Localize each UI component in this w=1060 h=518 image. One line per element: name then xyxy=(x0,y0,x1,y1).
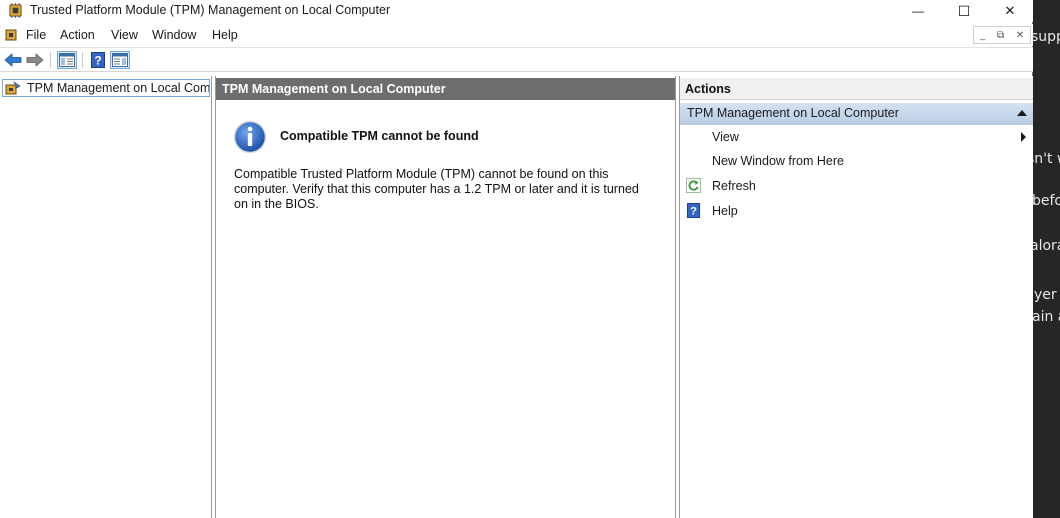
tree-node-tpm-management[interactable]: TPM Management on Local Comp xyxy=(2,79,210,97)
help-icon: ? xyxy=(686,203,701,218)
message-title: Compatible TPM cannot be found xyxy=(280,129,479,143)
show-hide-action-pane-icon xyxy=(112,53,128,67)
results-pane: TPM Management on Local Computer Compati… xyxy=(215,76,676,518)
minimize-button[interactable]: — xyxy=(895,0,941,22)
help-icon: ? xyxy=(91,52,105,68)
maximize-button[interactable]: ☐ xyxy=(941,0,987,22)
minimize-icon: — xyxy=(912,4,924,18)
action-new-window-label: New Window from Here xyxy=(712,154,844,168)
toolbar-separator xyxy=(50,52,51,68)
close-button[interactable]: ✕ xyxy=(987,0,1033,22)
menu-action[interactable]: Action xyxy=(60,28,95,42)
mdi-controls: _ ⧉ ✕ xyxy=(973,26,1031,44)
forward-button[interactable] xyxy=(25,51,45,69)
console-tree: TPM Management on Local Comp xyxy=(0,76,212,518)
actions-header: Actions xyxy=(680,78,1033,100)
svg-text:?: ? xyxy=(94,54,101,68)
back-icon xyxy=(4,53,22,67)
background-text: yer xyxy=(1034,287,1057,303)
background-text: sn't w xyxy=(1033,151,1060,167)
background-text: supp xyxy=(1033,29,1060,45)
action-refresh-label: Refresh xyxy=(712,179,756,193)
title-bar[interactable]: Trusted Platform Module (TPM) Management… xyxy=(0,0,1033,22)
close-icon: ✕ xyxy=(1004,3,1016,18)
submenu-arrow-icon xyxy=(1021,132,1026,142)
results-pane-header: TPM Management on Local Computer xyxy=(216,78,675,100)
info-icon xyxy=(233,120,267,154)
show-hide-console-tree-icon xyxy=(59,53,75,67)
background-app: supp sn't w befo alora yer ain a xyxy=(1033,0,1060,518)
actions-group-tpm-management[interactable]: TPM Management on Local Computer xyxy=(680,103,1033,125)
toolbar: ? xyxy=(0,47,1033,72)
mdi-restore-button[interactable]: ⧉ xyxy=(997,30,1004,41)
mdi-close-button[interactable]: ✕ xyxy=(1016,30,1024,41)
tpm-app-icon xyxy=(9,3,22,18)
collapse-icon[interactable] xyxy=(1017,110,1027,116)
show-hide-console-tree-button[interactable] xyxy=(57,51,77,69)
background-text: befo xyxy=(1033,193,1060,209)
menu-bar: File Action View Window Help xyxy=(0,24,1033,46)
back-button[interactable] xyxy=(3,51,23,69)
action-help[interactable]: ? Help xyxy=(680,200,1033,222)
message-body: Compatible Trusted Platform Module (TPM)… xyxy=(234,167,639,211)
menu-window[interactable]: Window xyxy=(152,28,196,42)
menu-file[interactable]: File xyxy=(26,28,46,42)
action-refresh[interactable]: Refresh xyxy=(680,175,1033,197)
mdi-minimize-button[interactable]: _ xyxy=(980,30,986,41)
background-text: alora xyxy=(1033,238,1060,254)
tpm-node-icon xyxy=(5,81,21,95)
help-button[interactable]: ? xyxy=(88,51,108,69)
menu-help[interactable]: Help xyxy=(212,28,238,42)
tree-node-label: TPM Management on Local Comp xyxy=(27,81,210,95)
actions-pane: Actions TPM Management on Local Computer… xyxy=(679,76,1033,518)
menu-view[interactable]: View xyxy=(111,28,138,42)
console-document-icon[interactable] xyxy=(3,27,19,43)
maximize-icon: ☐ xyxy=(957,2,971,19)
show-hide-action-pane-button[interactable] xyxy=(110,51,130,69)
toolbar-separator xyxy=(82,52,83,68)
action-view[interactable]: View xyxy=(680,126,1033,148)
background-text: ain a xyxy=(1033,309,1060,325)
action-new-window[interactable]: New Window from Here xyxy=(680,150,1033,172)
action-view-label: View xyxy=(712,130,739,144)
actions-group-title: TPM Management on Local Computer xyxy=(687,106,899,120)
mmc-window: Trusted Platform Module (TPM) Management… xyxy=(0,0,1033,518)
forward-icon xyxy=(26,53,44,67)
action-help-label: Help xyxy=(712,204,738,218)
window-title: Trusted Platform Module (TPM) Management… xyxy=(30,3,391,17)
svg-text:?: ? xyxy=(690,206,697,218)
refresh-icon xyxy=(686,178,701,193)
